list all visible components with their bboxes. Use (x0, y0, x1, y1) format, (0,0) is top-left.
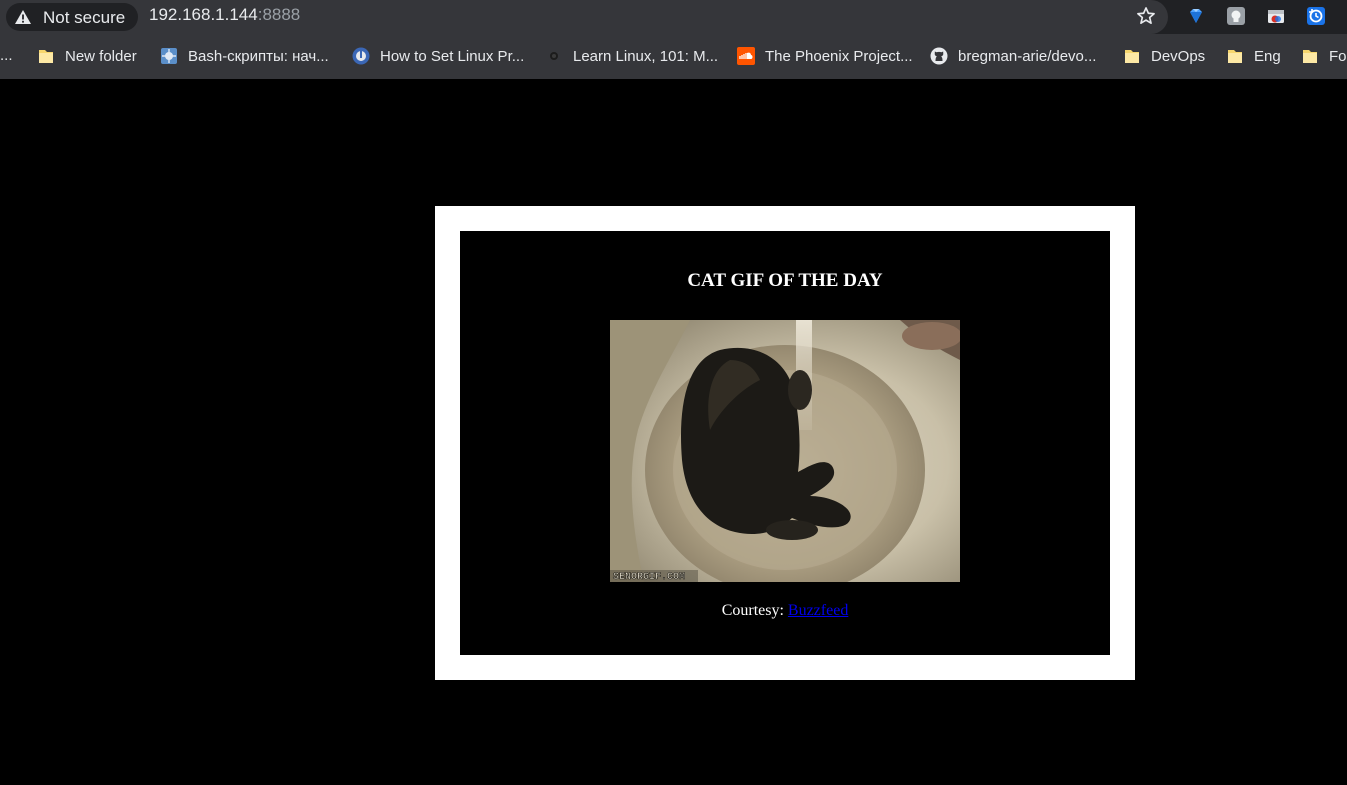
gif-card: CAT GIF OF THE DAY SENORGIF.COM Courtesy… (460, 231, 1110, 655)
bookmark-label: Bash-скрипты: нач... (188, 47, 329, 65)
folder-icon (39, 50, 53, 63)
bookmarks-bar: ... New folder Bash-скрипты: нач... How … (0, 34, 1347, 79)
gif-watermark: SENORGIF.COM (613, 572, 685, 582)
bookmark-bash-scripts[interactable]: Bash-скрипты: нач... (160, 43, 329, 69)
folder-icon (1303, 50, 1317, 63)
blue-circle-site-icon (352, 47, 370, 65)
extension-square-icon[interactable] (1226, 6, 1246, 26)
puzzle-site-icon (161, 48, 177, 64)
bookmark-label: bregman-arie/devo... (958, 47, 1097, 65)
bookmark-label: Eng (1254, 47, 1281, 65)
cat-gif-image: SENORGIF.COM (610, 320, 960, 582)
folder-icon (1125, 50, 1139, 63)
url-text[interactable]: 192.168.1.144:8888 (149, 5, 300, 25)
bookmark-label: The Phoenix Project... (765, 47, 913, 65)
cast-window-icon[interactable] (1266, 6, 1286, 26)
page-title: CAT GIF OF THE DAY (687, 270, 883, 291)
bookmark-phoenix-project[interactable]: The Phoenix Project... (737, 43, 913, 69)
url-port: :8888 (257, 5, 301, 24)
security-label: Not secure (43, 8, 126, 27)
bookmark-label: How to Set Linux Pr... (380, 47, 525, 65)
bookmark-label: Fo (1329, 47, 1347, 65)
bookmark-label: Learn Linux, 101: M... (573, 47, 719, 65)
buzzfeed-link[interactable]: Buzzfeed (788, 602, 848, 619)
bookmark-fo-folder[interactable]: Fo (1301, 43, 1347, 69)
bookmark-eng-folder[interactable]: Eng (1226, 43, 1281, 69)
gem-icon[interactable] (1186, 6, 1206, 26)
courtesy-prefix: Courtesy: (721, 602, 788, 619)
bookmark-learn-linux[interactable]: Learn Linux, 101: M... (545, 43, 718, 69)
bookmark-new-folder[interactable]: New folder (37, 43, 137, 69)
bookmark-devops-github[interactable]: bregman-arie/devo... (930, 43, 1096, 69)
folder-icon (1228, 50, 1242, 63)
browser-toolbar: Not secure 192.168.1.144:8888 (0, 0, 1347, 34)
bookmark-linux-permissions[interactable]: How to Set Linux Pr... (352, 43, 524, 69)
address-bar[interactable]: Not secure 192.168.1.144:8888 (0, 0, 1168, 34)
courtesy-line: Courtesy: Buzzfeed (460, 602, 1110, 620)
security-indicator[interactable]: Not secure (6, 3, 138, 31)
bookmark-star-icon[interactable] (1135, 5, 1157, 27)
gif-frame: CAT GIF OF THE DAY SENORGIF.COM Courtesy… (435, 206, 1135, 680)
history-sync-icon[interactable] (1306, 6, 1326, 26)
soundcloud-icon (737, 47, 755, 65)
bookmark-label: DevOps (1151, 47, 1206, 65)
bookmark-devops-folder[interactable]: DevOps (1123, 43, 1205, 69)
bookmarks-overflow[interactable]: ... (0, 47, 13, 64)
github-icon (930, 47, 948, 65)
warning-icon (15, 10, 31, 24)
dark-site-icon (550, 52, 558, 60)
bookmark-label: New folder (65, 47, 137, 65)
url-host: 192.168.1.144 (149, 5, 258, 24)
